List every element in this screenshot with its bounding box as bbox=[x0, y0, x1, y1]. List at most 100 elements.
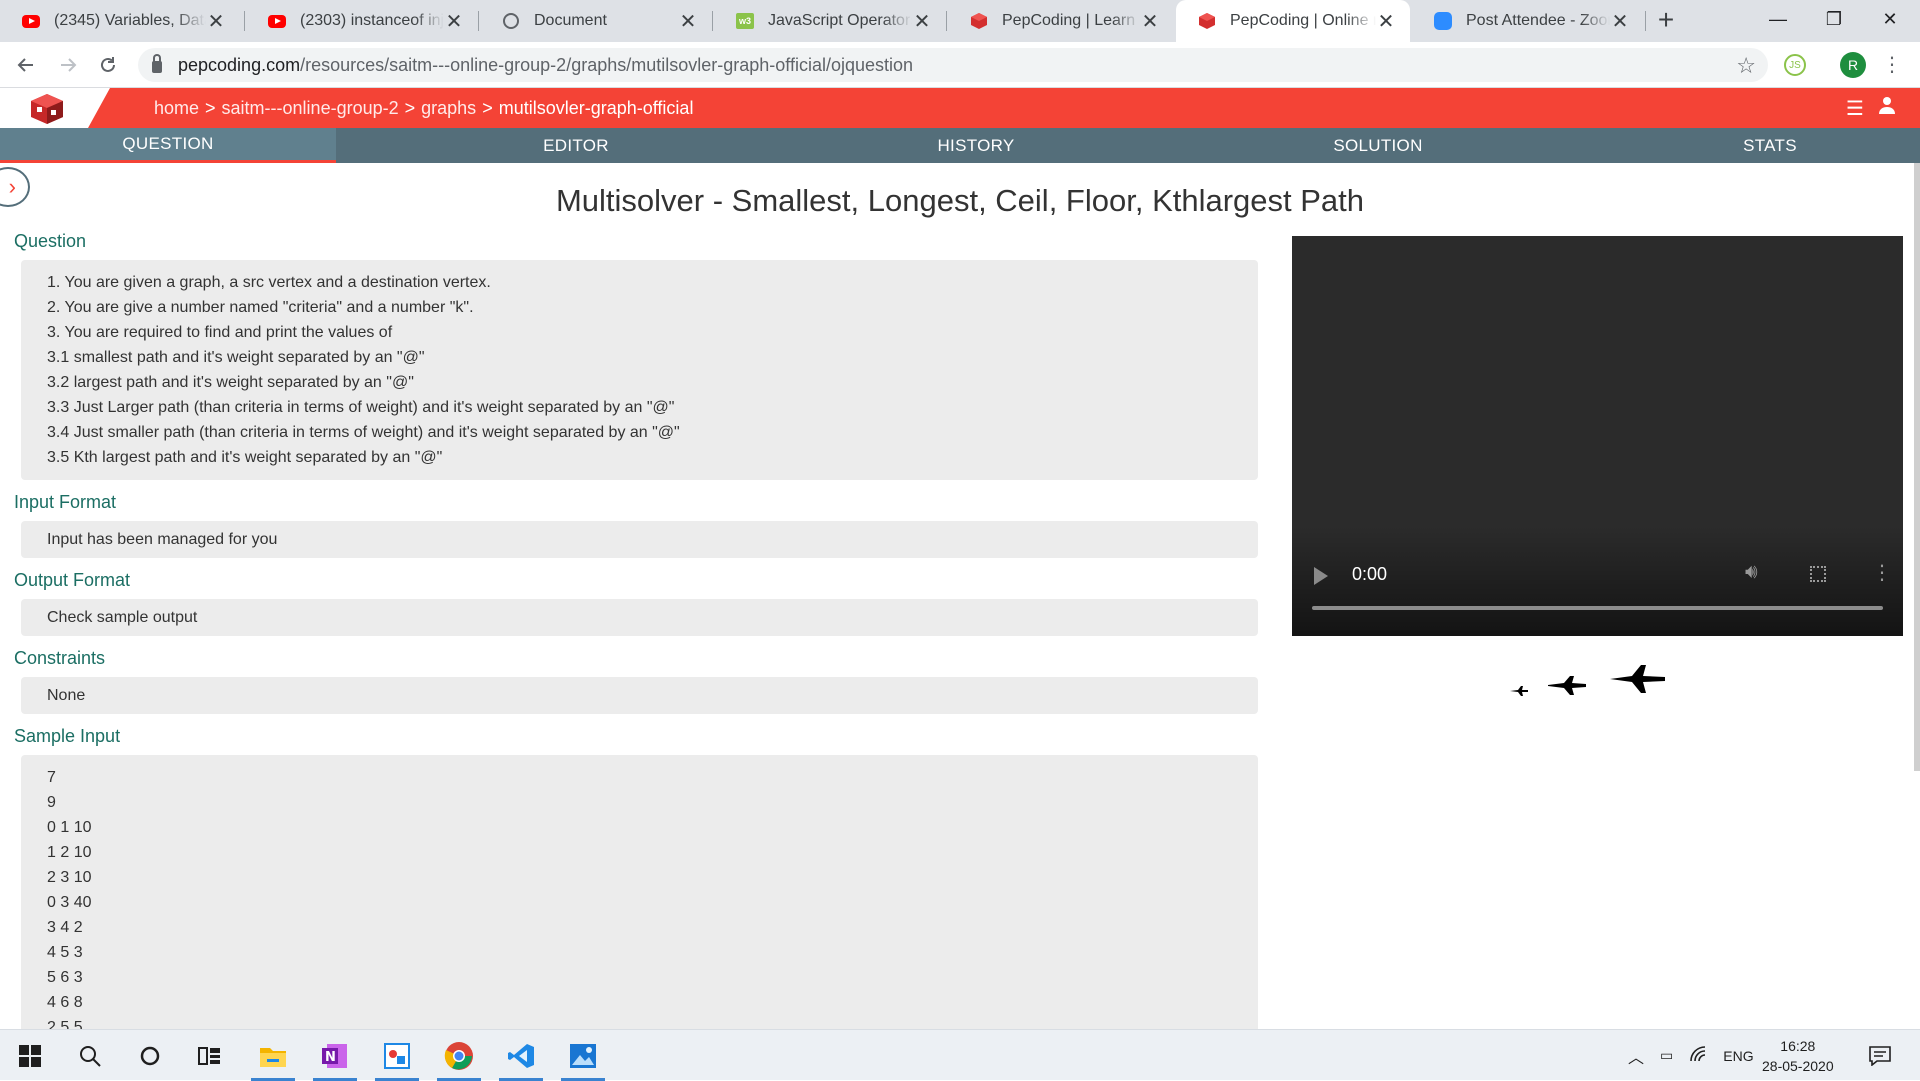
close-tab-icon[interactable]: ✕ bbox=[912, 9, 932, 34]
list-icon[interactable]: ☰ bbox=[1846, 96, 1864, 121]
pepcoding-logo[interactable] bbox=[30, 93, 64, 125]
breadcrumb-group[interactable]: saitm---online-group-2 bbox=[222, 98, 399, 119]
input-format-text: Input has been managed for you bbox=[47, 531, 278, 548]
clock-time: 16:28 bbox=[1780, 1038, 1816, 1054]
photos-icon[interactable] bbox=[555, 1030, 611, 1081]
cortana-icon[interactable] bbox=[122, 1030, 178, 1081]
chrome-icon[interactable] bbox=[431, 1030, 487, 1081]
system-tray: ︿ ▭ ENG bbox=[1628, 1030, 1754, 1081]
input-format-heading: Input Format bbox=[14, 492, 117, 512]
windows-taskbar: N ︿ ▭ ENG 16:28 28-05-2020 bbox=[0, 1029, 1920, 1081]
problem-tabs: QUESTION EDITOR HISTORY SOLUTION STATS bbox=[0, 128, 1920, 163]
task-view-icon[interactable] bbox=[182, 1030, 238, 1081]
taskbar-clock[interactable]: 16:28 28-05-2020 bbox=[1762, 1036, 1834, 1076]
sample-line: 7 bbox=[47, 769, 56, 786]
close-window-button[interactable]: ✕ bbox=[1862, 0, 1918, 38]
question-line: 3.5 Kth largest path and it's weight sep… bbox=[47, 449, 443, 466]
bookmark-star-icon[interactable]: ☆ bbox=[1736, 53, 1756, 79]
question-line: 1. You are given a graph, a src vertex a… bbox=[47, 274, 491, 291]
close-tab-icon[interactable]: ✕ bbox=[444, 9, 464, 34]
user-icon[interactable] bbox=[1878, 96, 1896, 120]
tab-solution[interactable]: SOLUTION bbox=[1136, 128, 1620, 163]
browser-tab[interactable]: (2345) Variables, Data T ✕ bbox=[0, 0, 240, 42]
tab-title: PepCoding | Online res bbox=[1230, 12, 1376, 29]
close-tab-icon[interactable]: ✕ bbox=[1610, 9, 1630, 34]
back-button[interactable] bbox=[10, 49, 42, 81]
chrome-menu-icon[interactable]: ⋮ bbox=[1882, 52, 1902, 77]
sample-line: 0 1 10 bbox=[47, 819, 92, 836]
tab-title: Document bbox=[534, 12, 607, 29]
page-title: Multisolver - Smallest, Longest, Ceil, F… bbox=[555, 183, 1365, 218]
browser-tab[interactable]: w3 JavaScript Operators ✕ bbox=[714, 0, 946, 42]
breadcrumb-current: mutilsovler-graph-official bbox=[498, 97, 694, 118]
sample-line: 0 3 40 bbox=[47, 894, 92, 911]
wifi-icon[interactable] bbox=[1689, 1046, 1707, 1065]
page-scrollbar[interactable] bbox=[1914, 163, 1920, 771]
language-indicator[interactable]: ENG bbox=[1723, 1048, 1753, 1064]
lock-icon bbox=[152, 54, 162, 73]
close-tab-icon[interactable]: ✕ bbox=[1140, 9, 1160, 34]
close-tab-icon[interactable]: ✕ bbox=[1376, 9, 1396, 34]
battery-icon[interactable]: ▭ bbox=[1660, 1047, 1673, 1064]
constraints-text: None bbox=[47, 687, 86, 704]
pepcoding-icon bbox=[970, 12, 988, 30]
reload-icon bbox=[101, 57, 115, 72]
breadcrumb-home[interactable]: home bbox=[154, 98, 199, 119]
windows-logo-icon bbox=[19, 1044, 41, 1067]
snip-tool-icon[interactable] bbox=[369, 1030, 425, 1081]
browser-tab-active[interactable]: PepCoding | Online res ✕ bbox=[1176, 0, 1410, 42]
constraints-heading: Constraints bbox=[14, 648, 106, 668]
sample-line: 5 6 3 bbox=[47, 969, 83, 986]
sample-line: 9 bbox=[47, 794, 56, 811]
problem-statement: Question 1. You are given a graph, a src… bbox=[14, 231, 1258, 1029]
question-line: 2. You are give a number named "criteria… bbox=[47, 299, 474, 316]
sample-line: 2 5 5 bbox=[47, 1019, 83, 1029]
fullscreen-icon[interactable] bbox=[1810, 566, 1826, 582]
tab-stats[interactable]: STATS bbox=[1620, 128, 1920, 163]
vscode-icon[interactable] bbox=[493, 1030, 549, 1081]
more-options-icon[interactable]: ⋮ bbox=[1872, 560, 1892, 585]
reload-button[interactable] bbox=[92, 49, 124, 81]
browser-tab[interactable]: (2303) instanceof injs c ✕ bbox=[246, 0, 478, 42]
browser-tab[interactable]: Post Attendee - Zoom ✕ bbox=[1412, 0, 1644, 42]
browser-tab[interactable]: Document ✕ bbox=[480, 0, 712, 42]
question-line: 3.3 Just Larger path (than criteria in t… bbox=[47, 399, 675, 416]
url-text: pepcoding.com/resources/saitm---online-g… bbox=[178, 54, 914, 75]
minimize-button[interactable]: — bbox=[1750, 0, 1806, 38]
browser-toolbar: pepcoding.com/resources/saitm---online-g… bbox=[0, 42, 1920, 88]
question-line: 3.1 smallest path and it's weight separa… bbox=[47, 349, 425, 366]
output-format-heading: Output Format bbox=[14, 570, 131, 590]
address-bar[interactable]: pepcoding.com/resources/saitm---online-g… bbox=[138, 48, 1768, 82]
file-explorer-icon[interactable] bbox=[245, 1030, 301, 1081]
onenote-icon[interactable]: N bbox=[307, 1030, 363, 1081]
forward-button[interactable] bbox=[52, 49, 84, 81]
chevron-up-icon[interactable]: ︿ bbox=[1628, 1044, 1644, 1068]
video-player[interactable]: 0:00 🔊︎ ⋮ bbox=[1292, 236, 1903, 636]
breadcrumb-graphs[interactable]: graphs bbox=[421, 98, 476, 119]
question-line: 3.4 Just smaller path (than criteria in … bbox=[47, 424, 680, 441]
video-progress-bar[interactable] bbox=[1312, 606, 1883, 610]
start-button[interactable] bbox=[2, 1030, 58, 1081]
clock-date: 28-05-2020 bbox=[1762, 1058, 1834, 1074]
notifications-icon[interactable] bbox=[1852, 1030, 1908, 1081]
volume-icon[interactable]: 🔊︎ bbox=[1745, 561, 1758, 584]
play-icon[interactable] bbox=[1314, 567, 1328, 585]
close-tab-icon[interactable]: ✕ bbox=[206, 9, 226, 34]
youtube-icon bbox=[268, 12, 286, 30]
profile-avatar[interactable]: R bbox=[1840, 52, 1866, 78]
video-time: 0:00 bbox=[1352, 564, 1388, 584]
question-heading: Question bbox=[14, 231, 87, 251]
browser-tab[interactable]: PepCoding | Learn com ✕ bbox=[948, 0, 1174, 42]
tab-question[interactable]: QUESTION bbox=[0, 128, 336, 163]
restore-button[interactable]: ❐ bbox=[1806, 0, 1862, 38]
tab-editor[interactable]: EDITOR bbox=[336, 128, 816, 163]
search-icon[interactable] bbox=[62, 1030, 118, 1081]
tab-title: (2303) instanceof injs c bbox=[300, 12, 444, 29]
tab-history[interactable]: HISTORY bbox=[816, 128, 1136, 163]
extension-icon[interactable]: JS bbox=[1784, 54, 1806, 76]
new-tab-button[interactable]: + bbox=[1652, 6, 1680, 36]
tab-title: PepCoding | Learn com bbox=[1002, 12, 1140, 29]
arrow-left-icon bbox=[17, 58, 33, 72]
close-tab-icon[interactable]: ✕ bbox=[678, 9, 698, 34]
sample-line: 4 6 8 bbox=[47, 994, 83, 1011]
